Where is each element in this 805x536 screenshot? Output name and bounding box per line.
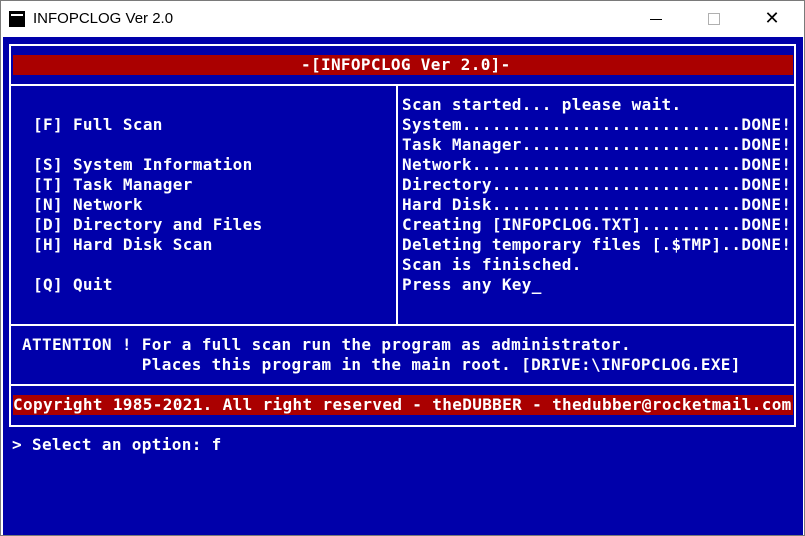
menu-key: [N] [33, 195, 63, 214]
close-icon: ✕ [764, 8, 780, 29]
menu-key: [F] [33, 115, 63, 134]
frame-right [794, 44, 796, 426]
log-line: Deleting temporary files [.$TMP]..DONE! [402, 235, 792, 254]
menu-label: Hard Disk Scan [72, 235, 213, 254]
menu-key: [T] [33, 175, 63, 194]
copyright-text: Copyright 1985-2021. All right reserved … [13, 395, 792, 414]
menu-label: Directory and Files [72, 215, 263, 234]
menu-item-task-manager[interactable]: [T] Task Manager [33, 175, 193, 195]
attention-line-1: ATTENTION ! For a full scan run the prog… [22, 335, 631, 354]
menu-key: [D] [33, 215, 63, 234]
attention-line-2: Places this program in the main root. [D… [22, 355, 741, 374]
log-line: Scan is finisched. [402, 255, 582, 274]
panel-bottom-divider [9, 324, 796, 326]
minimize-icon [650, 18, 662, 20]
minimize-button[interactable] [633, 1, 679, 37]
frame-left [9, 44, 11, 426]
window-title: INFOPCLOG Ver 2.0 [33, 10, 174, 27]
header-divider [9, 84, 796, 86]
attention-divider [9, 384, 796, 386]
menu-label: Full Scan [72, 115, 163, 134]
menu-label: Network [72, 195, 143, 214]
log-line: System............................DONE! [402, 115, 792, 134]
log-line: Task Manager......................DONE! [402, 135, 792, 154]
menu-label: Task Manager [72, 175, 193, 194]
menu-item-system-information[interactable]: [S] System Information [33, 155, 253, 175]
menu-item-directory-files[interactable]: [D] Directory and Files [33, 215, 263, 235]
menu-item-quit[interactable]: [Q] Quit [33, 275, 113, 295]
console-window: INFOPCLOG Ver 2.0 ✕ -[INFOPCLOG Ver 2.0]… [0, 0, 805, 536]
menu-key: [S] [33, 155, 63, 174]
menu-item-full-scan[interactable]: [F] Full Scan [33, 115, 163, 135]
header-title: -[INFOPCLOG Ver 2.0]- [301, 55, 511, 74]
log-line: Hard Disk.........................DONE! [402, 195, 792, 214]
menu-item-network[interactable]: [N] Network [33, 195, 143, 215]
log-line: Press any Key_ [402, 275, 542, 294]
log-line: Creating [INFOPCLOG.TXT]..........DONE! [402, 215, 792, 234]
close-button[interactable]: ✕ [749, 1, 795, 37]
frame-bottom [9, 425, 796, 427]
log-line: Directory.........................DONE! [402, 175, 792, 194]
menu-item-hard-disk-scan[interactable]: [H] Hard Disk Scan [33, 235, 213, 255]
menu-label: Quit [72, 275, 113, 294]
command-prompt[interactable]: > Select an option: f [12, 435, 222, 455]
maximize-button[interactable] [691, 1, 737, 37]
title-bar[interactable]: INFOPCLOG Ver 2.0 ✕ [1, 1, 804, 37]
frame-top [9, 44, 796, 46]
console-app-icon [9, 11, 25, 27]
menu-label: System Information [72, 155, 253, 174]
menu-key: [Q] [33, 275, 63, 294]
console-area[interactable]: -[INFOPCLOG Ver 2.0]- [F] Full Scan [S] … [3, 37, 803, 535]
log-line: Network...........................DONE! [402, 155, 792, 174]
menu-key: [H] [33, 235, 63, 254]
panel-divider [396, 84, 398, 326]
maximize-icon [708, 13, 720, 25]
log-line: Scan started... please wait. [402, 95, 682, 114]
